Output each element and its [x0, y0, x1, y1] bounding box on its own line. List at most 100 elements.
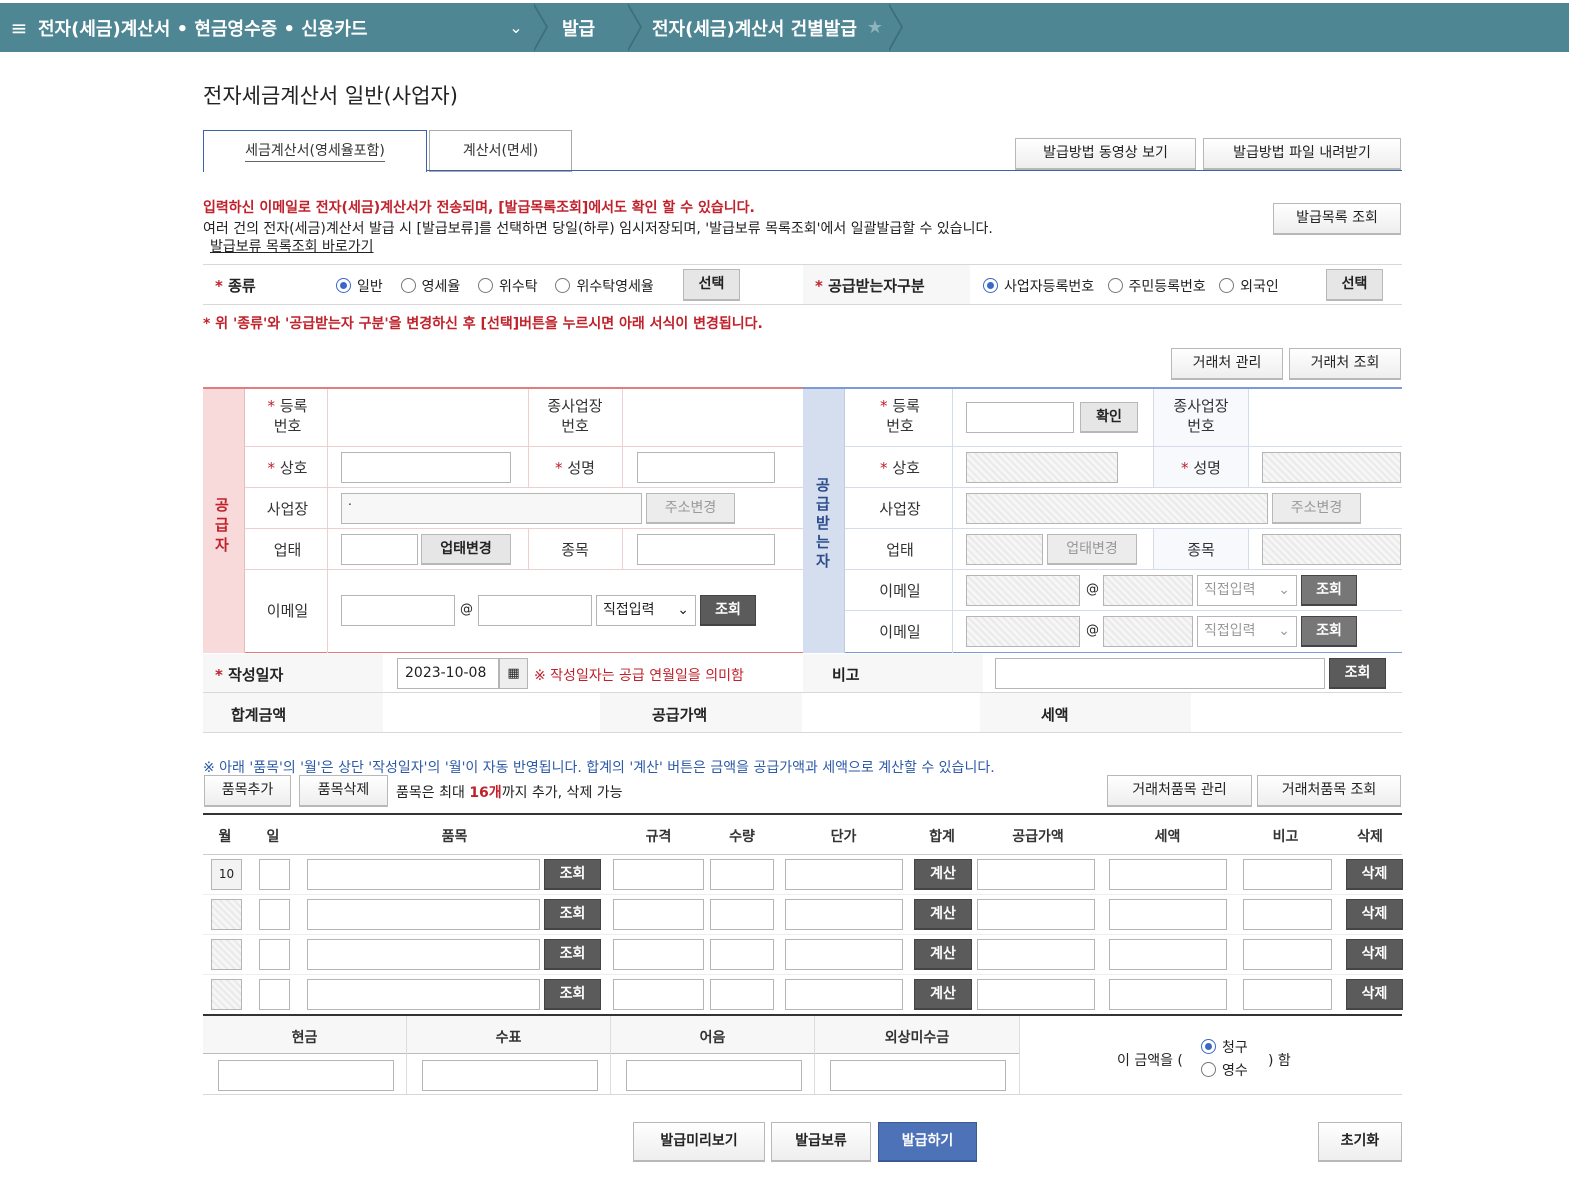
receiver-addr-input[interactable]	[966, 493, 1268, 524]
supplier-email-id-input[interactable]	[341, 595, 455, 626]
breadcrumb-issue[interactable]: 발급	[558, 3, 628, 52]
receiver-email-domain-select[interactable]: 직접입력 ⌄	[1197, 575, 1297, 606]
item-spec-input[interactable]	[613, 979, 704, 1010]
issue-hold-button[interactable]: 발급보류	[771, 1122, 871, 1162]
radio-receipt[interactable]: 영수	[1201, 1060, 1248, 1080]
hold-list-link[interactable]: 발급보류 목록조회 바로가기	[210, 236, 373, 256]
item-memo-input[interactable]	[1243, 979, 1332, 1010]
supplier-name-input[interactable]	[341, 452, 511, 483]
receiver-email-id-input[interactable]	[966, 575, 1080, 606]
receiver-email2-id-input[interactable]	[966, 616, 1080, 647]
item-price-input[interactable]	[785, 979, 903, 1010]
item-memo-input[interactable]	[1243, 899, 1332, 930]
client-manage-button[interactable]: 거래처 관리	[1171, 348, 1283, 380]
item-month-input[interactable]: 10	[211, 859, 242, 890]
supplier-addr-input[interactable]: .	[341, 493, 642, 524]
receiver-email-domain-input[interactable]	[1103, 575, 1193, 606]
radio-resident-no[interactable]: 주민등록번호	[1107, 278, 1206, 295]
recv-select-button[interactable]: 선택	[1326, 269, 1383, 301]
item-month-input[interactable]	[211, 979, 242, 1010]
issue-button[interactable]: 발급하기	[878, 1122, 977, 1162]
item-delete-row-button[interactable]: 삭제	[1346, 979, 1403, 1010]
type-select-button[interactable]: 선택	[683, 269, 740, 301]
client-query-button[interactable]: 거래처 조회	[1289, 348, 1401, 380]
item-query-button[interactable]: 조회	[544, 979, 601, 1010]
item-supply-input[interactable]	[977, 939, 1095, 970]
supplier-addr-change-button[interactable]: 주소변경	[646, 493, 735, 524]
calendar-icon[interactable]: ▦	[499, 658, 528, 689]
item-spec-input[interactable]	[613, 939, 704, 970]
receiver-ceo-input[interactable]	[1262, 452, 1401, 483]
payment-check-input[interactable]	[422, 1060, 598, 1091]
item-memo-input[interactable]	[1243, 859, 1332, 890]
item-calc-button[interactable]: 계산	[914, 899, 972, 930]
item-supply-input[interactable]	[977, 979, 1095, 1010]
client-item-manage-button[interactable]: 거래처품목 관리	[1107, 775, 1252, 807]
radio-consign-zero[interactable]: 위수탁영세율	[555, 278, 654, 295]
item-name-input[interactable]	[307, 899, 540, 930]
radio-consign[interactable]: 위수탁	[478, 278, 538, 295]
item-calc-button[interactable]: 계산	[914, 979, 972, 1010]
receiver-name-input[interactable]	[966, 452, 1118, 483]
item-qty-input[interactable]	[710, 859, 774, 890]
memo-input[interactable]	[995, 658, 1325, 689]
radio-biz-no[interactable]: 사업자등록번호	[983, 278, 1094, 295]
item-supply-input[interactable]	[977, 859, 1095, 890]
item-qty-input[interactable]	[710, 899, 774, 930]
item-tax-input[interactable]	[1109, 859, 1227, 890]
receiver-biz-input[interactable]	[966, 534, 1043, 565]
item-day-input[interactable]	[259, 939, 290, 970]
item-qty-input[interactable]	[710, 979, 774, 1010]
item-calc-button[interactable]: 계산	[914, 939, 972, 970]
payment-credit-input[interactable]	[830, 1060, 1006, 1091]
download-guide-button[interactable]: 발급방법 파일 내려받기	[1203, 138, 1401, 170]
item-delete-row-button[interactable]: 삭제	[1346, 899, 1403, 930]
date-input[interactable]: 2023-10-08	[397, 658, 499, 689]
receiver-addr-change-button[interactable]: 주소변경	[1272, 493, 1361, 524]
item-tax-input[interactable]	[1109, 899, 1227, 930]
item-delete-row-button[interactable]: 삭제	[1346, 939, 1403, 970]
breadcrumb-section[interactable]: 전자(세금)계산서 • 현금영수증 • 신용카드	[38, 3, 498, 52]
item-day-input[interactable]	[259, 979, 290, 1010]
receiver-email2-domain-input[interactable]	[1103, 616, 1193, 647]
client-item-query-button[interactable]: 거래처품목 조회	[1257, 775, 1401, 807]
payment-note-input[interactable]	[626, 1060, 802, 1091]
star-icon[interactable]: ★	[867, 17, 883, 38]
item-tax-input[interactable]	[1109, 979, 1227, 1010]
item-tax-input[interactable]	[1109, 939, 1227, 970]
item-add-button[interactable]: 품목추가	[204, 775, 291, 807]
item-price-input[interactable]	[785, 859, 903, 890]
item-qty-input[interactable]	[710, 939, 774, 970]
supplier-biz-change-button[interactable]: 업태변경	[421, 534, 511, 565]
reset-button[interactable]: 초기화	[1318, 1122, 1402, 1162]
receiver-reg-input[interactable]	[966, 402, 1074, 433]
issue-preview-button[interactable]: 발급미리보기	[633, 1122, 765, 1162]
item-price-input[interactable]	[785, 939, 903, 970]
tab-invoice[interactable]: 계산서(면세)	[429, 130, 572, 172]
item-month-input[interactable]	[211, 939, 242, 970]
menu-icon[interactable]: ≡	[0, 16, 38, 40]
radio-foreigner[interactable]: 외국인	[1219, 278, 1279, 295]
item-query-button[interactable]: 조회	[544, 859, 601, 890]
supplier-biz-input[interactable]	[341, 534, 418, 565]
item-month-input[interactable]	[211, 899, 242, 930]
item-delete-row-button[interactable]: 삭제	[1346, 859, 1403, 890]
item-supply-input[interactable]	[977, 899, 1095, 930]
item-delete-button[interactable]: 품목삭제	[299, 775, 388, 807]
receiver-item-input[interactable]	[1262, 534, 1401, 565]
item-calc-button[interactable]: 계산	[914, 859, 972, 890]
video-guide-button[interactable]: 발급방법 동영상 보기	[1015, 138, 1196, 170]
receiver-confirm-button[interactable]: 확인	[1080, 402, 1138, 433]
radio-claim[interactable]: 청구	[1201, 1037, 1248, 1057]
supplier-ceo-input[interactable]	[637, 452, 775, 483]
item-spec-input[interactable]	[613, 859, 704, 890]
payment-cash-input[interactable]	[218, 1060, 394, 1091]
tab-tax-invoice[interactable]: 세금계산서(영세율포함)	[203, 130, 427, 172]
issued-list-button[interactable]: 발급목록 조회	[1273, 203, 1401, 235]
item-price-input[interactable]	[785, 899, 903, 930]
item-name-input[interactable]	[307, 939, 540, 970]
radio-zero-rate[interactable]: 영세율	[400, 278, 460, 295]
radio-general[interactable]: 일반	[336, 278, 383, 295]
supplier-item-input[interactable]	[637, 534, 775, 565]
item-day-input[interactable]	[259, 899, 290, 930]
